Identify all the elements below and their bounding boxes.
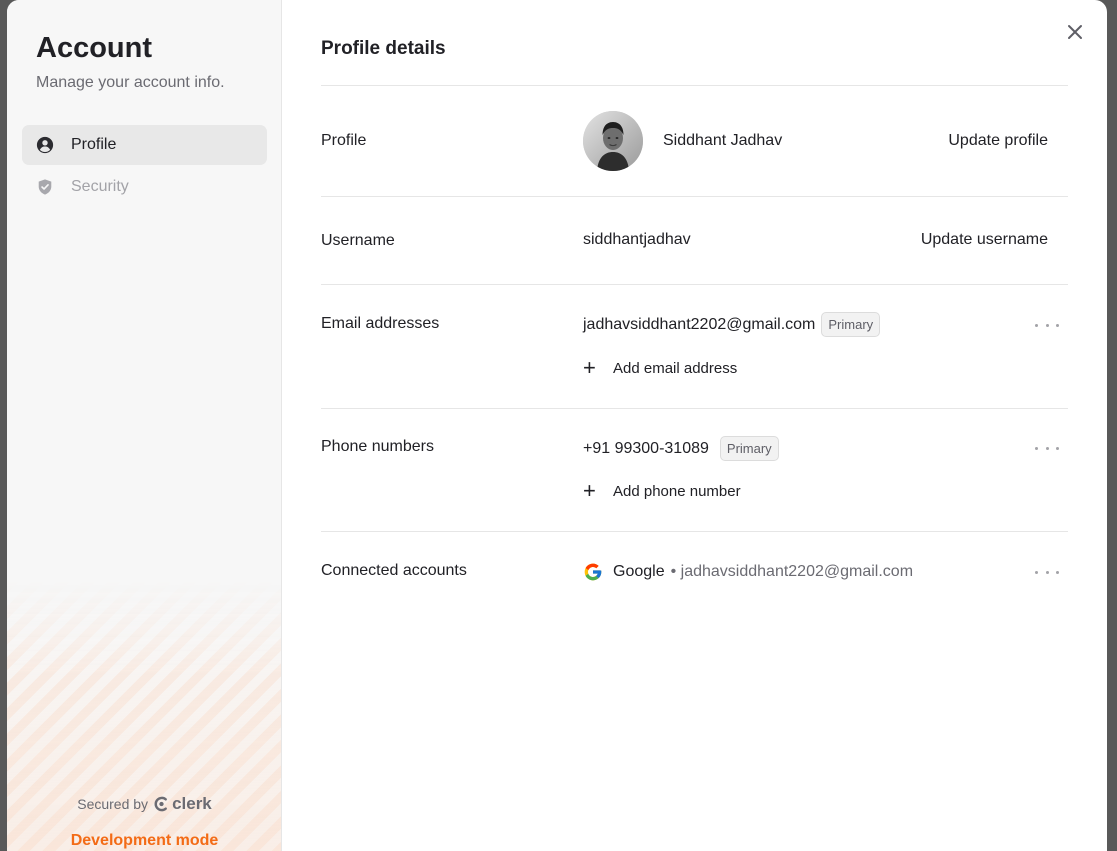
divider [321,531,1068,532]
email-entry: jadhavsiddhant2202@gmail.com Primary [583,312,881,337]
dot-icon [1035,570,1038,574]
dot-icon [1056,570,1059,574]
divider [321,408,1068,409]
phone-entry: +91 99300-31089 Primary [583,436,779,461]
sidebar-item-profile[interactable]: Profile [22,125,267,165]
sidebar-title: Account [36,32,152,64]
close-icon [1068,25,1082,39]
username-value: siddhantjadhav [583,231,691,248]
add-email-label: Add email address [613,359,738,377]
avatar-photo [583,111,643,171]
primary-badge: Primary [719,436,779,461]
clerk-wordmark: clerk [172,794,212,813]
email-row-label: Email addresses [321,315,440,332]
avatar [583,111,643,171]
dot-icon [1045,446,1049,450]
clerk-logo-icon [154,796,167,812]
username-row-label: Username [321,232,395,249]
sidebar: Account Manage your account info. Profil… [7,0,282,851]
user-circle-icon [36,136,54,154]
connected-accounts-row-label: Connected accounts [321,562,467,579]
close-button[interactable] [1065,22,1085,42]
google-provider-name: Google [613,563,665,580]
email-value: jadhavsiddhant2202@gmail.com [583,315,816,333]
dot-icon [1045,570,1049,574]
sidebar-subtitle: Manage your account info. [36,74,225,91]
add-phone-button[interactable]: + Add phone number [583,480,741,502]
main-content: Profile details Profile Siddhant Jadhav … [282,0,1107,851]
dot-icon [1045,323,1049,327]
dot-icon [1056,323,1059,327]
page-title: Profile details [321,38,446,59]
sidebar-item-security[interactable]: Security [22,167,267,207]
sidebar-item-label: Profile [71,136,117,153]
email-more-options-button[interactable] [1035,320,1059,330]
add-email-button[interactable]: + Add email address [583,357,737,379]
account-modal: Account Manage your account info. Profil… [7,0,1107,851]
profile-row-label: Profile [321,132,367,149]
divider [321,284,1068,285]
connected-more-options-button[interactable] [1035,567,1059,577]
clerk-logo[interactable]: clerk [154,794,212,814]
dot-icon [1056,446,1059,450]
sidebar-item-label: Security [71,178,129,195]
profile-name: Siddhant Jadhav [663,132,783,149]
phone-row-label: Phone numbers [321,438,434,455]
plus-icon: + [583,355,596,380]
shield-icon [38,179,52,195]
primary-badge: Primary [821,312,881,337]
google-connection: Google • jadhavsiddhant2202@gmail.com [583,562,913,582]
google-account-email: • jadhavsiddhant2202@gmail.com [670,563,914,580]
divider [321,85,1068,86]
add-phone-label: Add phone number [613,482,741,500]
secured-by-text: Secured by [77,796,149,812]
update-profile-button[interactable]: Update profile [948,132,1048,150]
google-icon [584,563,602,581]
divider [321,196,1068,197]
phone-value: +91 99300-31089 [583,439,709,457]
dot-icon [1035,323,1038,327]
secured-by-footer: Secured by clerk [7,794,281,814]
development-mode-label: Development mode [70,832,219,849]
phone-more-options-button[interactable] [1035,443,1059,453]
dot-icon [1035,446,1038,450]
update-username-button[interactable]: Update username [921,231,1048,249]
plus-icon: + [583,478,596,503]
